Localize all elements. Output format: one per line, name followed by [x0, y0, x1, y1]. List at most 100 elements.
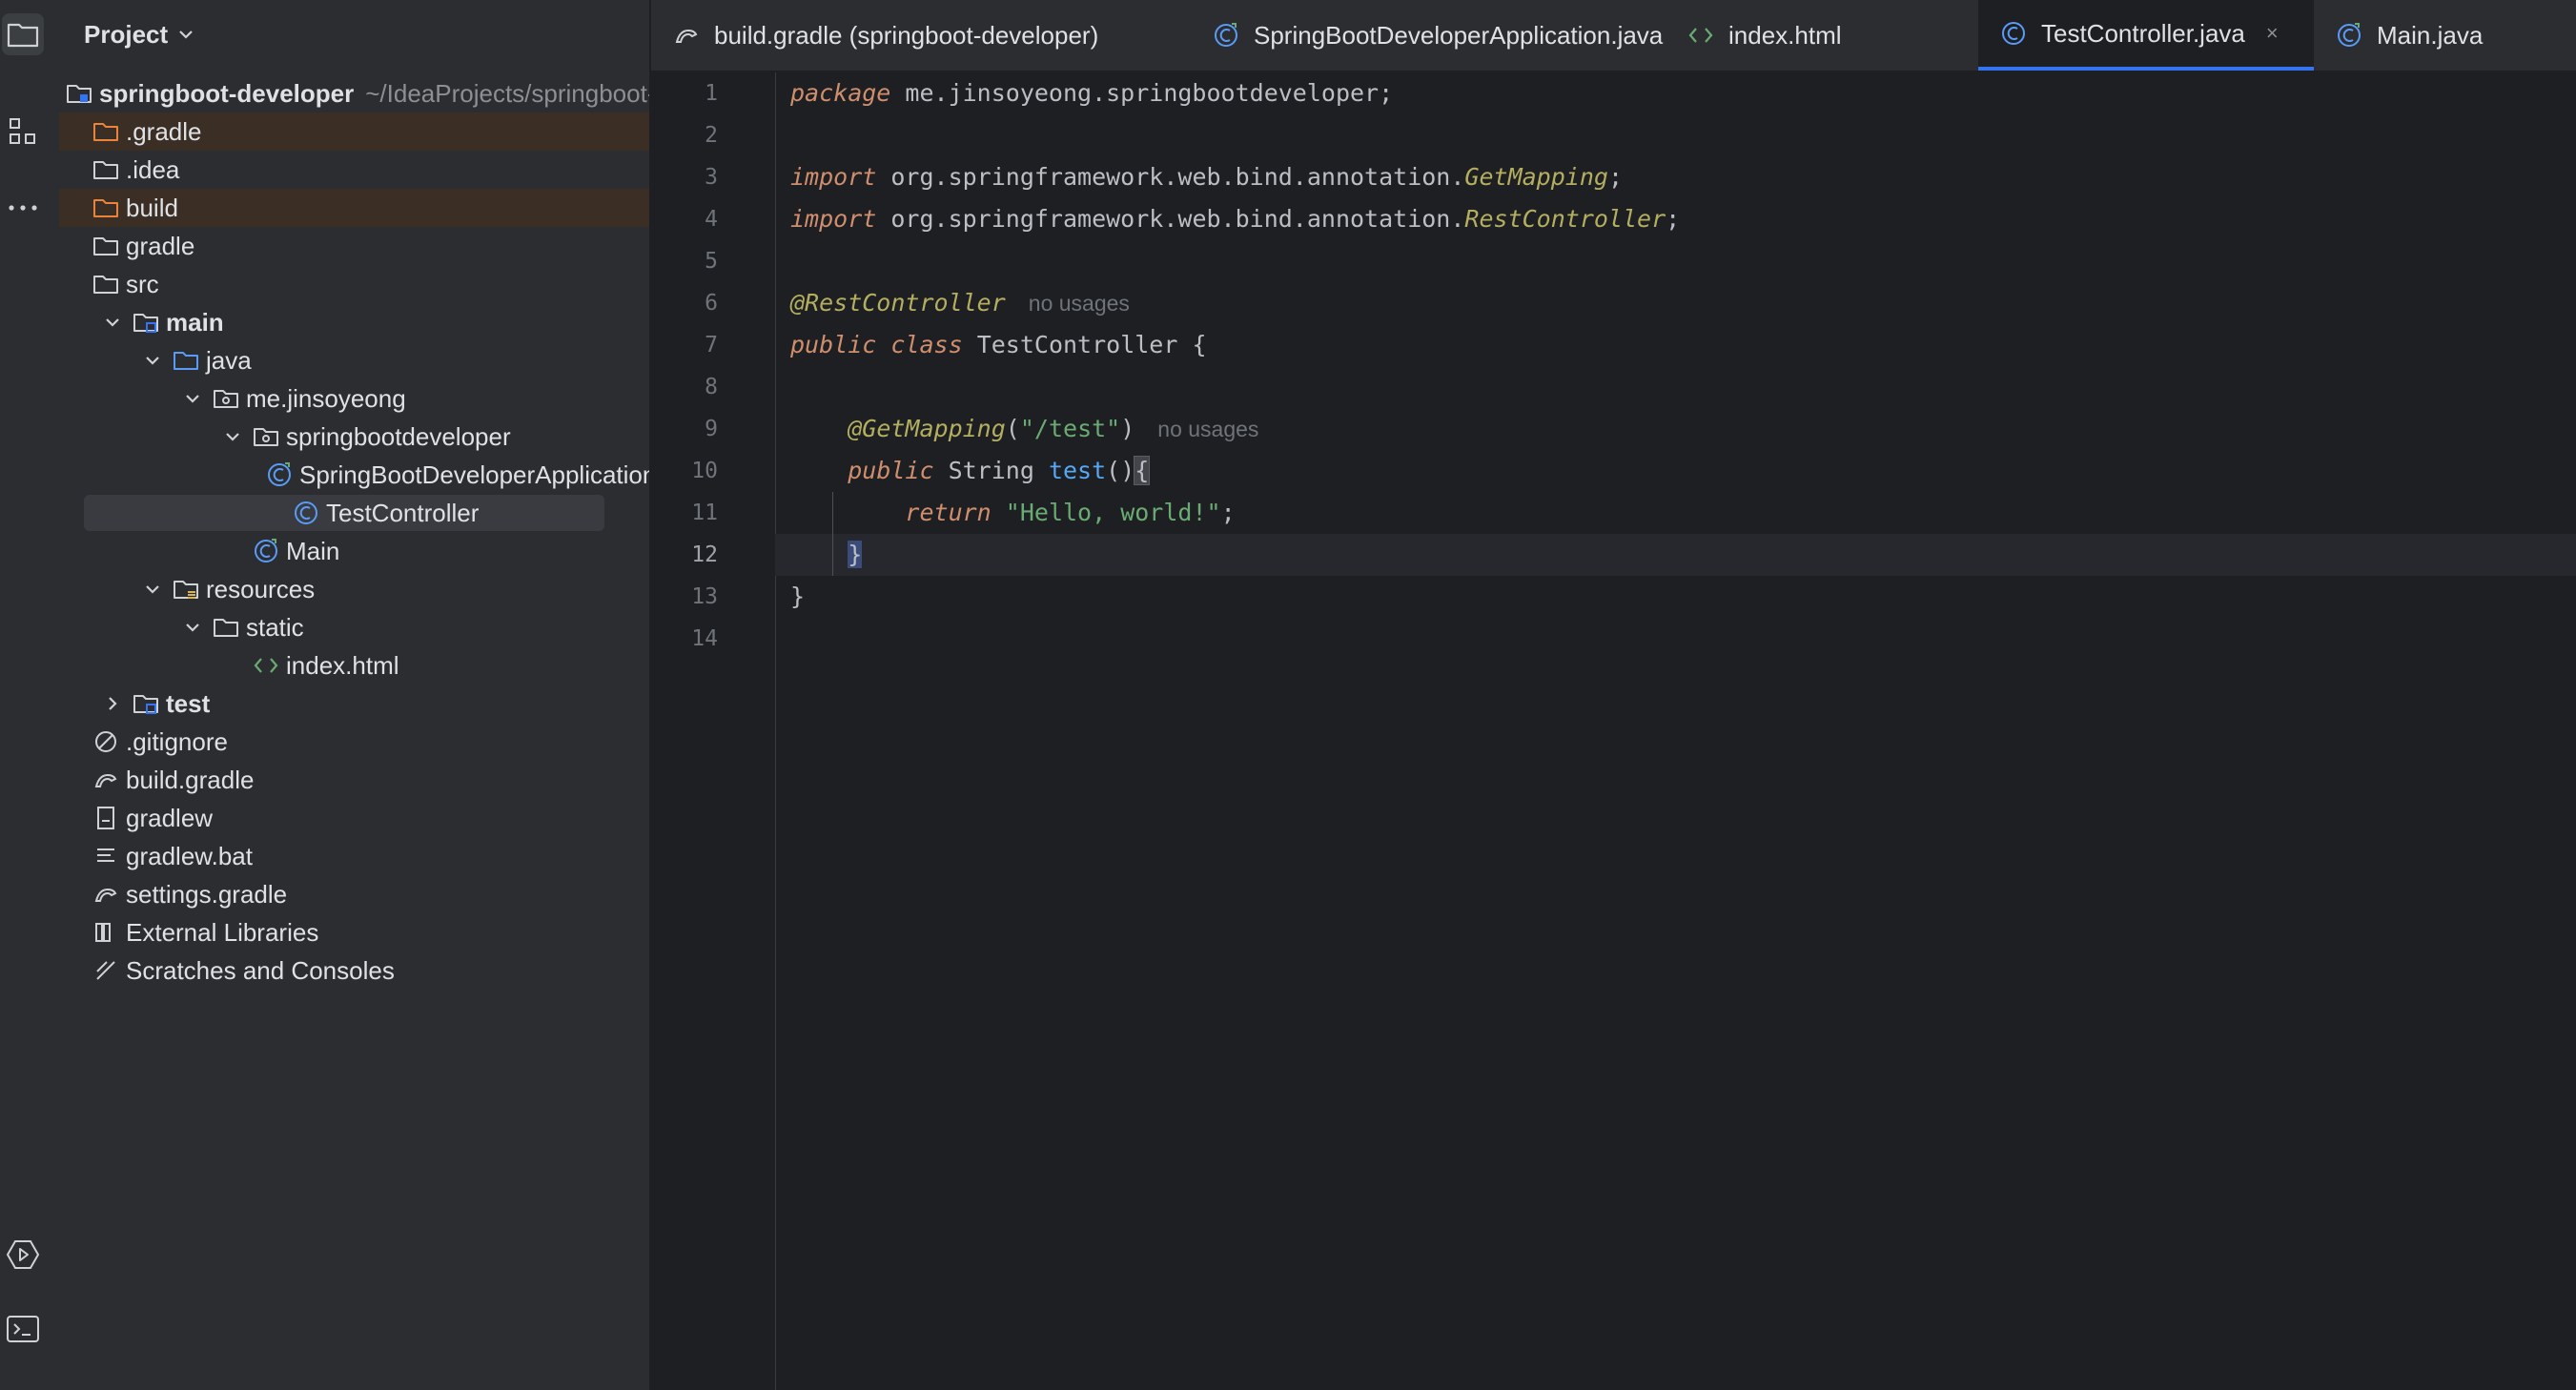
- code-text: ;: [1220, 499, 1236, 526]
- imported-class: RestController: [1464, 205, 1666, 233]
- more-tools-button[interactable]: [2, 187, 44, 229]
- tree-item-testcontroller[interactable]: TestController: [59, 494, 649, 532]
- code-line-4[interactable]: import org.springframework.web.bind.anno…: [775, 198, 2576, 240]
- keyword: import: [790, 205, 877, 233]
- tree-item-idea[interactable]: .idea: [59, 151, 649, 189]
- usages-hint[interactable]: no usages: [1029, 291, 1130, 316]
- project-tool-button[interactable]: [2, 13, 44, 55]
- code-line-6[interactable]: @RestController no usages: [775, 282, 2576, 324]
- code-line-12[interactable]: }: [775, 534, 2576, 576]
- tree-item-index-html[interactable]: index.html: [59, 646, 649, 685]
- indent-guide: [832, 492, 833, 576]
- tree-item-main[interactable]: main: [59, 303, 649, 341]
- terminal-tool-button[interactable]: [2, 1308, 44, 1350]
- editor-area: build.gradle (springboot-developer) Sprin…: [651, 0, 2576, 1390]
- tree-item-build-gradle[interactable]: build.gradle: [59, 761, 649, 799]
- tab-main-java[interactable]: Main.java: [2314, 0, 2576, 71]
- matched-brace: }: [848, 541, 863, 568]
- line-number[interactable]: 4: [705, 198, 718, 240]
- chevron-down-icon[interactable]: [139, 576, 166, 603]
- line-number[interactable]: 11: [691, 492, 718, 534]
- code-line-5[interactable]: [775, 240, 2576, 282]
- line-number[interactable]: 7: [705, 324, 718, 366]
- tree-item-springbootdeveloperapplication[interactable]: SpringBootDeveloperApplication: [59, 456, 649, 494]
- run-tool-button[interactable]: [2, 1234, 44, 1276]
- line-number[interactable]: 5: [705, 240, 718, 282]
- chevron-down-icon[interactable]: [179, 614, 206, 641]
- chevron-down-icon[interactable]: [179, 385, 206, 412]
- line-number[interactable]: 12: [691, 534, 718, 576]
- tab-testcontroller-java[interactable]: TestController.java ×: [1978, 0, 2314, 71]
- tree-item-static[interactable]: static: [59, 608, 649, 646]
- tree-item-gradle[interactable]: gradle: [59, 227, 649, 265]
- tree-item-gradlew[interactable]: gradlew: [59, 799, 649, 837]
- tree-item-scratches-and-consoles[interactable]: Scratches and Consoles: [59, 951, 649, 990]
- line-number[interactable]: 2: [705, 114, 718, 156]
- tree-item-resources[interactable]: resources: [59, 570, 649, 608]
- code-line-9[interactable]: @GetMapping("/test") no usages: [775, 408, 2576, 450]
- tree-item-label: gradlew: [126, 803, 214, 832]
- tree-item-label: gradle: [126, 231, 195, 260]
- code-text: ;: [1607, 163, 1623, 191]
- paren: ): [1120, 415, 1135, 442]
- line-number[interactable]: 13: [691, 576, 718, 618]
- tree-item-label: springboot-developer: [99, 78, 355, 108]
- tree-item-test[interactable]: test: [59, 685, 649, 723]
- code-line-10[interactable]: public String test(){: [775, 450, 2576, 492]
- tree-item-gradle[interactable]: .gradle: [59, 112, 649, 151]
- annotation: @GetMapping: [848, 415, 1006, 442]
- chevron-down-icon[interactable]: [219, 423, 246, 450]
- tree-item-src[interactable]: src: [59, 265, 649, 303]
- tab-index-html[interactable]: index.html: [1666, 0, 1978, 71]
- tree-item-label: java: [206, 345, 252, 375]
- terminal-icon: [7, 1316, 39, 1342]
- code-line-1[interactable]: package me.jinsoyeong.springbootdevelope…: [775, 72, 2576, 114]
- chevron-down-icon: [179, 31, 193, 39]
- chevron-right-icon[interactable]: [99, 690, 126, 717]
- tree-item-springbootdeveloper[interactable]: springbootdeveloper: [59, 418, 649, 456]
- tree-item-gradlew-bat[interactable]: gradlew.bat: [59, 837, 649, 875]
- code-line-8[interactable]: [775, 366, 2576, 408]
- tool-window-strip: [0, 0, 60, 1390]
- chevron-down-icon[interactable]: [99, 309, 126, 336]
- tree-item-springboot-developer[interactable]: springboot-developer ~/IdeaProjects/sprin…: [59, 74, 649, 112]
- code-line-7[interactable]: public class TestController {: [775, 324, 2576, 366]
- tree-item-label: .gradle: [126, 116, 202, 146]
- project-panel-header[interactable]: Project: [84, 17, 194, 51]
- tree-item-external-libraries[interactable]: External Libraries: [59, 913, 649, 951]
- tree-item-label: build: [126, 193, 178, 222]
- line-number[interactable]: 1: [705, 72, 718, 114]
- line-number[interactable]: 10: [691, 450, 718, 492]
- code-line-14[interactable]: [775, 618, 2576, 660]
- chevron-down-icon[interactable]: [139, 347, 166, 374]
- tree-item-build[interactable]: build: [59, 189, 649, 227]
- scratches-icon: [92, 956, 120, 985]
- code-line-11[interactable]: return "Hello, world!";: [775, 492, 2576, 534]
- tree-item-java[interactable]: java: [59, 341, 649, 379]
- tree-item-me-jinsoyeong[interactable]: me.jinsoyeong: [59, 379, 649, 418]
- tab-springbootdeveloperapplication-java[interactable]: SpringBootDeveloperApplication.java: [1191, 0, 1666, 71]
- tree-item-gitignore[interactable]: .gitignore: [59, 723, 649, 761]
- line-number[interactable]: 6: [705, 282, 718, 324]
- code-line-13[interactable]: }: [775, 576, 2576, 618]
- code-line-2[interactable]: [775, 114, 2576, 156]
- code-line-3[interactable]: import org.springframework.web.bind.anno…: [775, 156, 2576, 198]
- line-number[interactable]: 14: [691, 618, 718, 660]
- ignore-file-icon: [92, 727, 120, 756]
- folder-icon: [92, 270, 120, 298]
- line-number[interactable]: 9: [705, 408, 718, 450]
- tree-item-settings-gradle[interactable]: settings.gradle: [59, 875, 649, 913]
- close-icon[interactable]: ×: [2266, 21, 2279, 46]
- code-editor[interactable]: package me.jinsoyeong.springbootdevelope…: [775, 72, 2576, 1390]
- usages-hint[interactable]: no usages: [1157, 417, 1258, 441]
- spring-boot-class-icon: [1212, 21, 1240, 50]
- line-number[interactable]: 8: [705, 366, 718, 408]
- line-number[interactable]: 3: [705, 156, 718, 198]
- tree-item-main[interactable]: Main: [59, 532, 649, 570]
- tab-build-gradle-springboot-developer[interactable]: build.gradle (springboot-developer): [651, 0, 1191, 71]
- ide-window: Project springboot-developer ~/IdeaProjec…: [0, 0, 2576, 1390]
- structure-tool-button[interactable]: [2, 111, 44, 153]
